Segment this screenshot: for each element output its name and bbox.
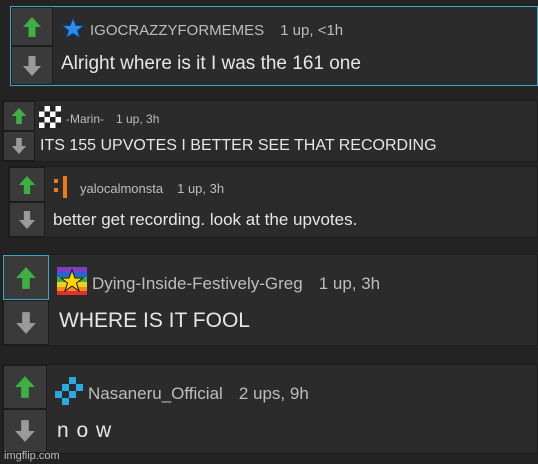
comment: Dying-Inside-Festively-Greg 1 up, 3h WHE…	[2, 254, 538, 346]
username[interactable]: yalocalmonsta	[80, 181, 163, 196]
upvote-arrow-icon	[16, 266, 36, 289]
user-avatar[interactable]	[57, 267, 87, 300]
comment-text: ITS 155 UPVOTES I BETTER SEE THAT RECORD…	[40, 137, 437, 154]
orange-dots-icon	[54, 176, 67, 198]
username[interactable]: -Marin-	[66, 112, 104, 126]
comment: IGOCRAZZYFORMEMES 1 up, <1h Alright wher…	[10, 6, 538, 86]
downvote-button[interactable]	[9, 202, 45, 237]
downvote-button[interactable]	[3, 300, 49, 345]
comment-text: WHERE IS IT FOOL	[59, 309, 250, 332]
vote-column	[3, 365, 47, 453]
vote-column	[9, 167, 45, 237]
points-timestamp: 1 up, 3h	[116, 111, 160, 126]
points-timestamp: 1 up, 3h	[318, 273, 381, 293]
upvote-arrow-icon	[11, 108, 27, 124]
comment: Nasaneru_Official 2 ups, 9h n o w	[2, 364, 538, 454]
blue-star-icon	[60, 16, 86, 40]
upvote-arrow-icon	[18, 175, 36, 194]
downvote-arrow-icon	[23, 55, 41, 76]
comment-text: better get recording. look at the upvote…	[53, 210, 358, 229]
upvote-button[interactable]	[11, 7, 53, 46]
downvote-arrow-icon	[11, 138, 27, 154]
vote-column	[3, 101, 35, 161]
user-avatar[interactable]	[60, 16, 86, 43]
user-avatar[interactable]	[51, 176, 75, 201]
downvote-arrow-icon	[15, 420, 35, 442]
downvote-arrow-icon	[16, 311, 36, 334]
downvote-arrow-icon	[18, 210, 36, 229]
upvote-button[interactable]	[3, 365, 47, 409]
downvote-button[interactable]	[3, 409, 47, 453]
username[interactable]: Nasaneru_Official	[88, 384, 223, 404]
rainbow-star-icon	[57, 267, 87, 295]
comment-text: Alright where is it I was the 161 one	[61, 53, 361, 74]
watermark: imgflip.com	[4, 450, 60, 462]
upvote-button[interactable]	[3, 255, 49, 300]
user-avatar[interactable]	[55, 377, 83, 410]
vote-column	[11, 7, 53, 85]
blue-pixel-logo-icon	[55, 377, 83, 405]
points-timestamp: 1 up, 3h	[177, 181, 225, 196]
downvote-button[interactable]	[11, 46, 53, 85]
comment: yalocalmonsta 1 up, 3h better get record…	[8, 166, 538, 238]
points-timestamp: 2 ups, 9h	[238, 383, 309, 403]
upvote-button[interactable]	[3, 101, 35, 131]
checkered-avatar-icon	[39, 106, 61, 128]
upvote-arrow-icon	[23, 16, 41, 37]
comment: -Marin- 1 up, 3h ITS 155 UPVOTES I BETTE…	[2, 100, 538, 162]
user-avatar[interactable]	[39, 106, 61, 131]
upvote-button[interactable]	[9, 167, 45, 202]
downvote-button[interactable]	[3, 131, 35, 161]
username[interactable]: Dying-Inside-Festively-Greg	[92, 274, 303, 294]
comment-text: n o w	[57, 419, 113, 442]
username[interactable]: IGOCRAZZYFORMEMES	[90, 22, 264, 39]
points-timestamp: 1 up, <1h	[280, 21, 344, 39]
vote-column	[3, 255, 49, 345]
upvote-arrow-icon	[15, 376, 35, 398]
